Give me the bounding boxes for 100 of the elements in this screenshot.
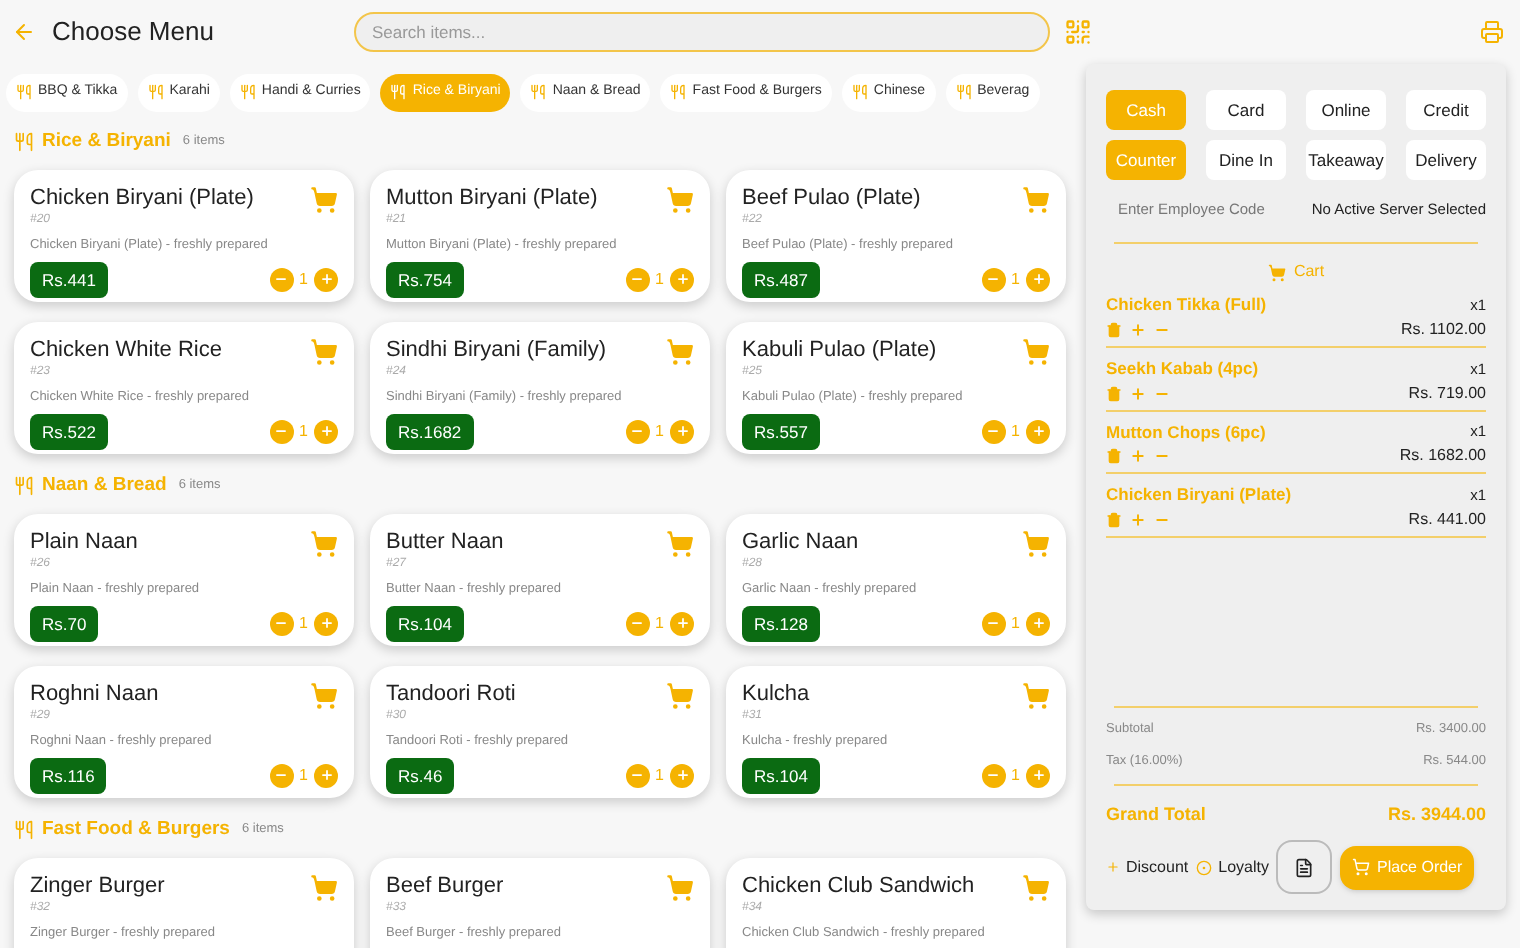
decrease-button[interactable]	[981, 763, 1006, 788]
grand-total-label: Grand Total	[1106, 801, 1206, 827]
decrease-button[interactable]	[269, 611, 294, 636]
decrease-button[interactable]	[981, 267, 1006, 292]
quantity: 1	[655, 611, 664, 636]
receipt-button[interactable]	[1276, 840, 1333, 894]
increase-button[interactable]	[670, 611, 694, 636]
decrease-button[interactable]	[625, 763, 650, 788]
increase-button[interactable]	[670, 419, 694, 444]
decrease-button[interactable]	[269, 267, 294, 292]
option-button[interactable]: Dine In	[1206, 140, 1286, 180]
item-name: Kulcha	[742, 682, 810, 709]
decrease-button[interactable]	[625, 611, 650, 636]
cart-item-price: Rs. 441.00	[1408, 508, 1486, 532]
option-button[interactable]: Online	[1306, 90, 1386, 130]
cart-icon	[1267, 263, 1286, 281]
add-to-cart-icon[interactable]	[310, 682, 338, 710]
plus-icon	[675, 616, 689, 631]
print-icon[interactable]	[1480, 20, 1504, 44]
increase-button[interactable]	[314, 419, 338, 444]
page-title: Choose Menu	[52, 14, 214, 51]
delete-icon[interactable]	[1106, 512, 1122, 528]
search-field[interactable]: Search items...	[353, 12, 1050, 52]
increase-button[interactable]	[314, 763, 338, 788]
item-name: Chicken White Rice	[30, 338, 222, 365]
back-icon[interactable]	[12, 20, 36, 44]
option-button[interactable]: Delivery	[1406, 140, 1486, 180]
add-to-cart-icon[interactable]	[666, 874, 694, 902]
option-button[interactable]: Takeaway	[1306, 140, 1386, 180]
item-name: Kabuli Pulao (Plate)	[742, 338, 937, 365]
add-to-cart-icon[interactable]	[310, 530, 338, 558]
option-button[interactable]: Credit	[1406, 90, 1486, 130]
plus-icon	[1031, 424, 1045, 439]
add-to-cart-icon[interactable]	[1022, 682, 1050, 710]
quantity: 1	[1011, 267, 1020, 292]
add-to-cart-icon[interactable]	[666, 186, 694, 214]
increase-button[interactable]	[314, 267, 338, 292]
price-tag: Rs.487	[742, 261, 820, 299]
cart-item-price: Rs. 719.00	[1408, 381, 1486, 405]
add-to-cart-icon[interactable]	[1022, 874, 1050, 902]
item-name: Roghni Naan	[30, 682, 159, 709]
delete-icon[interactable]	[1106, 448, 1122, 465]
quantity: 1	[299, 763, 308, 788]
decrease-button[interactable]	[625, 419, 650, 444]
add-to-cart-icon[interactable]	[666, 682, 694, 710]
utensils-icon	[16, 84, 32, 100]
cart-item-price: Rs. 1102.00	[1400, 317, 1486, 342]
increase-button[interactable]	[1026, 419, 1050, 444]
add-to-cart-icon[interactable]	[1022, 338, 1050, 366]
plus-icon[interactable]	[1130, 321, 1146, 338]
item-name: Beef Burger	[386, 874, 504, 901]
decrease-button[interactable]	[981, 419, 1006, 444]
delete-icon[interactable]	[1106, 321, 1122, 338]
utensils-icon	[14, 820, 34, 840]
cart-item-name: Seekh Kabab (4pc)	[1106, 355, 1259, 381]
item-name: Tandoori Roti	[386, 682, 516, 709]
item-name: Beef Pulao (Plate)	[742, 186, 921, 213]
plus-icon	[319, 424, 333, 439]
delete-icon[interactable]	[1106, 385, 1122, 401]
increase-button[interactable]	[314, 611, 338, 636]
utensils-icon	[851, 84, 868, 100]
qr-code-icon[interactable]	[1063, 18, 1092, 46]
quantity: 1	[655, 267, 664, 292]
cart-icon	[1352, 858, 1371, 876]
plus-icon[interactable]	[1130, 385, 1146, 401]
plus-icon[interactable]	[1130, 512, 1146, 528]
decrease-button[interactable]	[269, 763, 294, 788]
plus-icon	[1031, 768, 1045, 783]
plus-icon	[675, 768, 689, 783]
add-to-cart-icon[interactable]	[310, 338, 338, 366]
item-name: Zinger Burger	[30, 874, 165, 901]
price-tag: Rs.128	[742, 605, 820, 643]
quantity: 1	[655, 419, 664, 444]
add-to-cart-icon[interactable]	[1022, 530, 1050, 558]
plus-icon	[319, 272, 333, 287]
quantity: 1	[1011, 419, 1020, 444]
cart-item-name: Chicken Tikka (Full)	[1106, 292, 1267, 318]
add-to-cart-icon[interactable]	[666, 338, 694, 366]
discount-button[interactable]: Discount	[1106, 855, 1189, 879]
item-name: Mutton Biryani (Plate)	[386, 186, 598, 213]
price-tag: Rs.116	[30, 757, 107, 795]
loyalty-button[interactable]: Loyalty	[1196, 855, 1269, 879]
decrease-button[interactable]	[981, 611, 1006, 636]
option-button[interactable]: Card	[1206, 90, 1286, 130]
add-to-cart-icon[interactable]	[1022, 186, 1050, 214]
price-tag: Rs.70	[30, 605, 99, 643]
increase-button[interactable]	[1026, 611, 1050, 636]
decrease-button[interactable]	[269, 419, 294, 444]
add-to-cart-icon[interactable]	[666, 530, 694, 558]
decrease-button[interactable]	[625, 267, 650, 292]
plus-icon	[1031, 272, 1045, 287]
increase-button[interactable]	[1026, 763, 1050, 788]
plus-icon[interactable]	[1130, 448, 1146, 465]
utensils-icon	[239, 84, 256, 100]
add-to-cart-icon[interactable]	[310, 874, 338, 902]
increase-button[interactable]	[670, 267, 694, 292]
add-to-cart-icon[interactable]	[310, 186, 338, 214]
increase-button[interactable]	[670, 763, 694, 788]
increase-button[interactable]	[1026, 267, 1050, 292]
item-name: Butter Naan	[386, 530, 504, 557]
